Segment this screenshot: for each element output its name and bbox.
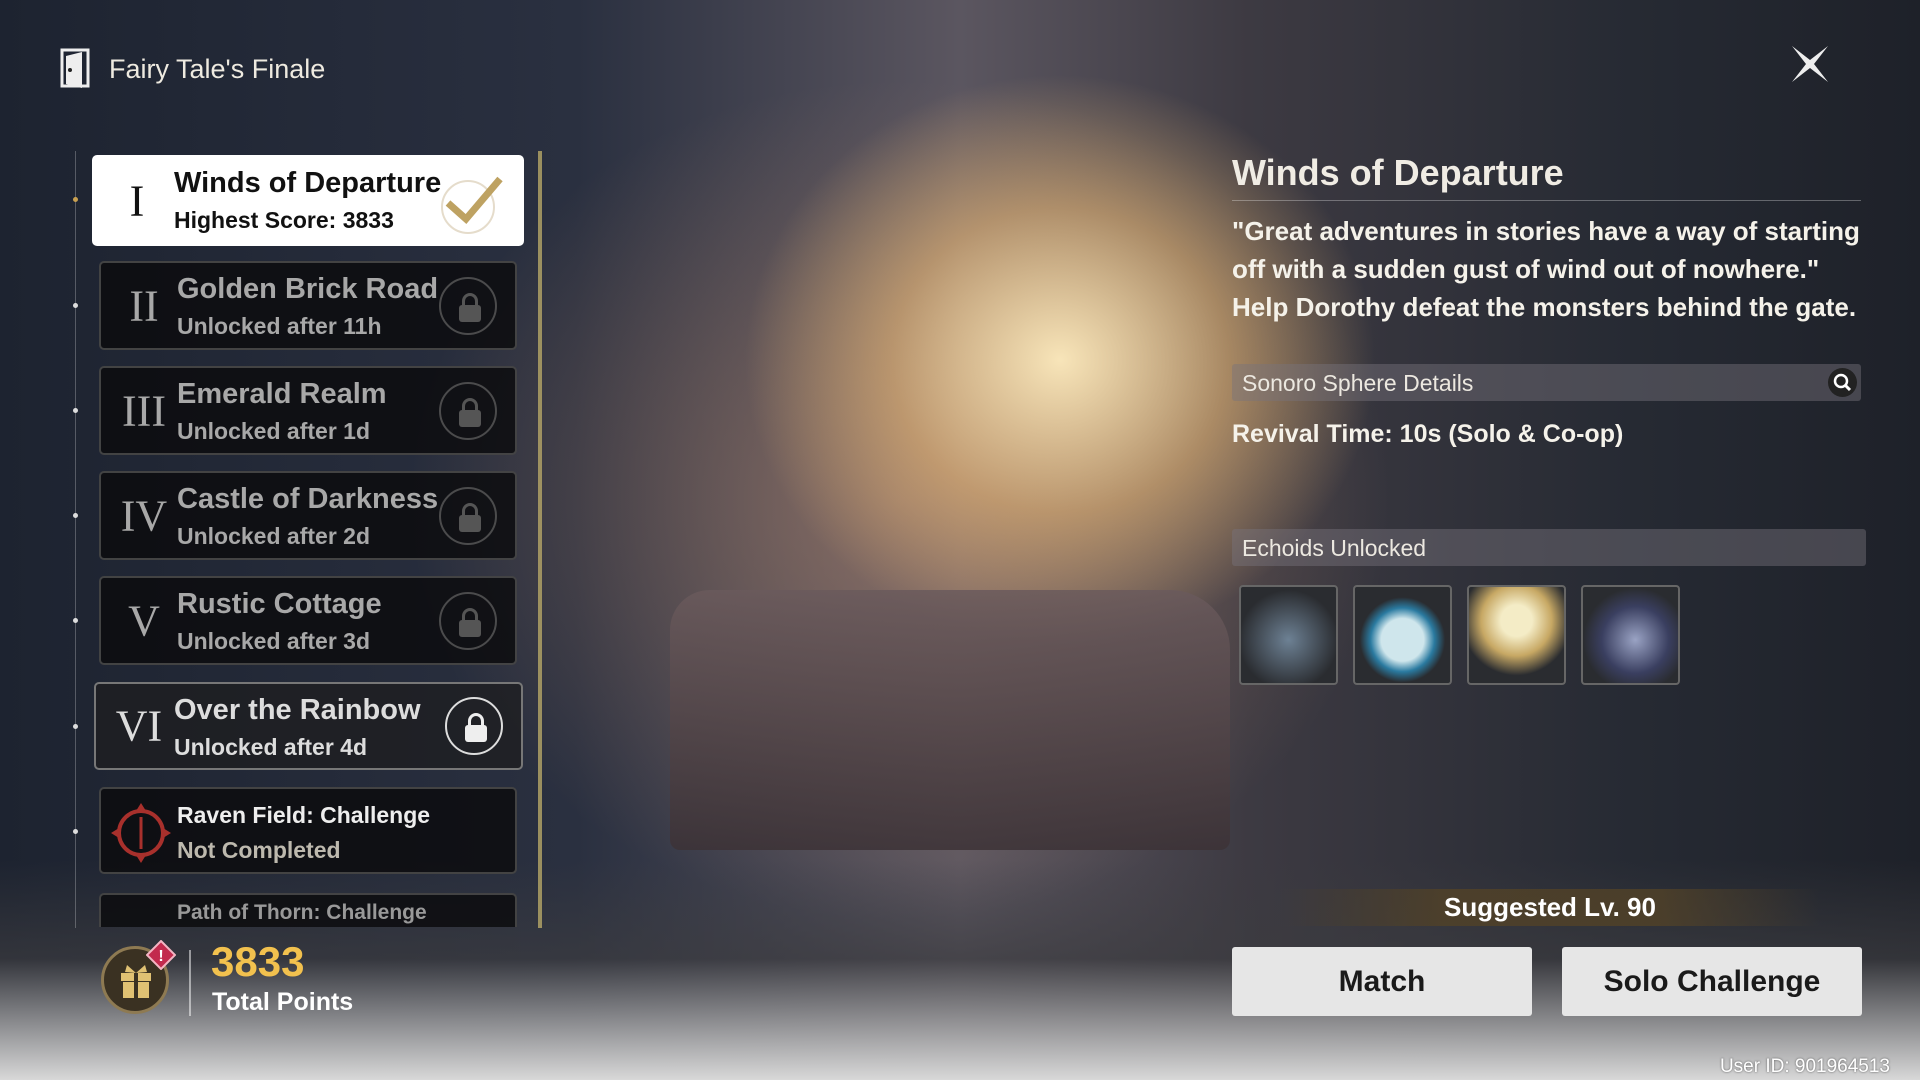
stage-numeral: V [128, 596, 160, 645]
timeline-marker-active [71, 195, 80, 204]
alert-badge-icon: ! [146, 940, 176, 970]
close-icon[interactable] [1786, 40, 1834, 88]
suggested-level: Suggested Lv. 90 [1280, 889, 1820, 926]
lock-icon [439, 276, 497, 335]
divider [1232, 200, 1861, 201]
stage-description: "Great adventures in stories have a way … [1232, 212, 1872, 326]
stage-item-1[interactable]: I Winds of Departure Highest Score: 3833 [92, 155, 524, 246]
description-line: "Great adventures in stories have a way … [1232, 216, 1860, 246]
stage-item-5[interactable]: V Rustic Cottage Unlocked after 3d [99, 576, 517, 665]
timeline-line [75, 151, 76, 928]
sonoro-sphere-label: Sonoro Sphere Details [1242, 370, 1474, 396]
stage-item-3[interactable]: III Emerald Realm Unlocked after 1d [99, 366, 517, 455]
challenge-emblem-icon [111, 803, 171, 863]
stage-status: Unlocked after 2d [177, 523, 370, 549]
stage-status: Unlocked after 4d [174, 734, 367, 760]
lock-icon [439, 381, 497, 440]
stage-detail-title: Winds of Departure [1232, 152, 1564, 193]
stage-name: Emerald Realm [177, 378, 387, 410]
timeline-dot [73, 829, 78, 834]
lock-icon [445, 697, 503, 755]
background-rock [670, 590, 1230, 850]
total-points-label: Total Points [212, 988, 354, 1016]
description-line: off with a sudden gust of wind out of no… [1232, 254, 1820, 284]
stage-name: Winds of Departure [174, 167, 442, 199]
challenge-name: Path of Thorn: Challenge [177, 901, 427, 924]
stage-item-4[interactable]: IV Castle of Darkness Unlocked after 2d [99, 471, 517, 560]
stage-name: Over the Rainbow [174, 694, 421, 726]
stage-numeral: VI [115, 701, 163, 751]
match-button[interactable]: Match [1232, 947, 1532, 1016]
door-icon [60, 48, 90, 88]
stage-status: Highest Score: 3833 [174, 207, 394, 233]
lock-icon [439, 486, 497, 545]
search-icon[interactable] [1828, 368, 1857, 397]
stage-numeral: II [129, 281, 159, 330]
checkmark-icon [441, 176, 503, 234]
timeline-dot [73, 303, 78, 308]
challenge-item-raven-field[interactable]: Raven Field: Challenge Not Completed [99, 787, 517, 874]
challenge-name: Raven Field: Challenge [177, 802, 431, 828]
stage-status: Unlocked after 11h [177, 313, 382, 339]
revival-time: Revival Time: 10s (Solo & Co-op) [1232, 420, 1624, 448]
echoid-1-icon[interactable] [1239, 585, 1338, 685]
stage-numeral: III [122, 386, 166, 435]
solo-challenge-button[interactable]: Solo Challenge [1562, 947, 1862, 1016]
lock-icon [439, 591, 497, 650]
stage-item-6[interactable]: VI Over the Rainbow Unlocked after 4d [94, 682, 523, 770]
timeline-dot [73, 513, 78, 518]
total-points-value: 3833 [211, 938, 305, 985]
stage-status: Unlocked after 3d [177, 628, 370, 654]
timeline-dot [73, 408, 78, 413]
stage-name: Golden Brick Road [177, 273, 439, 305]
stage-numeral: I [129, 176, 145, 225]
description-line: Help Dorothy defeat the monsters behind … [1232, 292, 1857, 322]
stage-status: Unlocked after 1d [177, 418, 370, 444]
stage-numeral: IV [120, 491, 168, 540]
challenge-status: Not Completed [177, 837, 341, 863]
echoid-3-icon[interactable] [1467, 585, 1566, 685]
divider [189, 950, 191, 1016]
page-title: Fairy Tale's Finale [109, 54, 326, 84]
timeline-dot [73, 618, 78, 623]
challenge-item-path-of-thorn[interactable]: Path of Thorn: Challenge [99, 893, 517, 927]
user-id: User ID: 901964513 [1719, 1056, 1890, 1077]
timeline-dot [73, 724, 78, 729]
stage-name: Rustic Cottage [177, 588, 382, 620]
echoids-unlocked-header: Echoids Unlocked [1232, 529, 1866, 566]
stage-name: Castle of Darkness [177, 483, 439, 515]
echoid-4-icon[interactable] [1581, 585, 1680, 685]
echoid-2-icon[interactable] [1353, 585, 1452, 685]
stage-item-2[interactable]: II Golden Brick Road Unlocked after 11h [99, 261, 517, 350]
sonoro-sphere-details-button[interactable]: Sonoro Sphere Details [1232, 364, 1861, 401]
svg-text:!: ! [158, 948, 163, 965]
list-scrollbar[interactable] [538, 151, 542, 928]
